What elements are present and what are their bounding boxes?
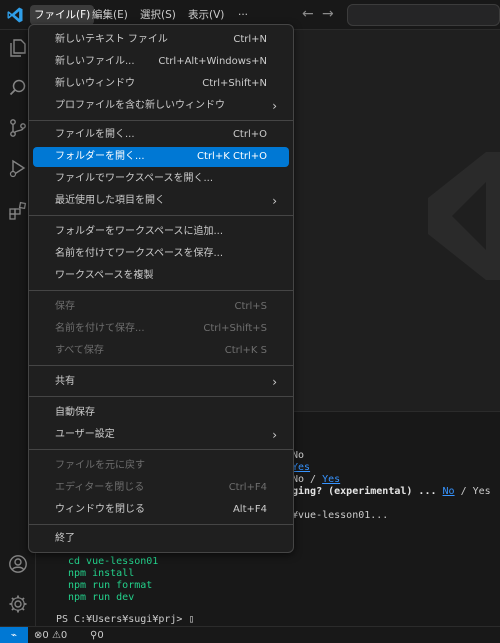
account-icon[interactable] [8, 554, 28, 574]
terminal-output-scaffold: ¥vue-lesson01... [292, 510, 389, 521]
menu-separator [29, 215, 293, 216]
chevron-right-icon: › [272, 428, 277, 442]
vscode-logo-icon [7, 7, 23, 23]
menu-share[interactable]: 共有 › [33, 372, 289, 392]
command-center-search[interactable] [347, 4, 500, 26]
terminal-command: cd vue-lesson01 [68, 556, 159, 567]
menu-preferences[interactable]: ユーザー設定 › [33, 425, 289, 445]
menu-revert-file[interactable]: ファイルを元に戻す [33, 456, 289, 476]
menu-new-window[interactable]: 新しいウィンドウ Ctrl+Shift+N [33, 74, 289, 94]
forward-arrow-icon[interactable]: → [322, 7, 334, 21]
problems-status[interactable]: ⊗0 ⚠0 [34, 629, 67, 642]
status-bar: ⌁ ⊗0 ⚠0 ⚲0 [0, 626, 500, 643]
menu-duplicate-workspace[interactable]: ワークスペースを複製 [33, 266, 289, 286]
menu-edit[interactable]: 編集(E) [88, 5, 132, 25]
source-control-icon[interactable] [8, 118, 28, 138]
menu-exit[interactable]: 終了 [33, 529, 289, 549]
menu-new-file[interactable]: 新しいファイル... Ctrl+Alt+Windows+N [33, 52, 289, 72]
chevron-right-icon: › [272, 375, 277, 389]
menu-open-folder[interactable]: フォルダーを開く... Ctrl+K Ctrl+O [33, 147, 289, 167]
settings-gear-icon[interactable] [8, 594, 28, 614]
menu-open-file[interactable]: ファイルを開く... Ctrl+O [33, 125, 289, 145]
chevron-right-icon: › [272, 99, 277, 113]
terminal-command: npm install [68, 568, 135, 579]
remote-indicator-icon[interactable]: ⌁ [0, 627, 28, 643]
menu-separator [29, 365, 293, 366]
back-arrow-icon[interactable]: ← [302, 7, 314, 21]
terminal-prompt[interactable]: PS C:¥Users¥sugi¥prj> ▯ [56, 614, 194, 626]
menu-close-window[interactable]: ウィンドウを閉じる Alt+F4 [33, 500, 289, 520]
menu-file[interactable]: ファイル(F) [30, 5, 95, 25]
file-menu-dropdown: 新しいテキスト ファイル Ctrl+N 新しいファイル... Ctrl+Alt+Wi… [28, 24, 294, 553]
vscode-watermark-icon [428, 152, 500, 280]
menu-open-recent[interactable]: 最近使用した項目を開く › [33, 191, 289, 211]
menu-separator [29, 290, 293, 291]
menu-more[interactable]: ··· [234, 5, 252, 25]
explorer-icon[interactable] [8, 38, 28, 58]
terminal-command: npm run format [68, 580, 153, 591]
menu-separator [29, 120, 293, 121]
menu-auto-save[interactable]: 自動保存 [33, 403, 289, 423]
terminal-output-debug: ging? (experimental) ... No / Yes [292, 486, 491, 497]
menu-save-workspace-as[interactable]: 名前を付けてワークスペースを保存... [33, 244, 289, 264]
terminal-output-line: No / Yes [292, 474, 341, 485]
run-debug-icon[interactable] [8, 158, 28, 178]
extensions-icon[interactable] [8, 200, 28, 220]
search-icon[interactable] [8, 78, 28, 98]
menu-separator [29, 449, 293, 450]
menu-save[interactable]: 保存 Ctrl+S [33, 297, 289, 317]
menu-open-workspace-from-file[interactable]: ファイルでワークスペースを開く... [33, 169, 289, 189]
menu-separator [29, 524, 293, 525]
menu-save-all[interactable]: すべて保存 Ctrl+K S [33, 341, 289, 361]
menu-new-window-with-profile[interactable]: プロファイルを含む新しいウィンドウ › [33, 96, 289, 116]
menu-save-as[interactable]: 名前を付けて保存... Ctrl+Shift+S [33, 319, 289, 339]
warning-icon: ⚠ [51, 630, 61, 641]
menu-view[interactable]: 表示(V) [184, 5, 228, 25]
terminal-command: npm run dev [68, 592, 135, 603]
menu-close-editor[interactable]: エディターを閉じる Ctrl+F4 [33, 478, 289, 498]
ports-status[interactable]: ⚲0 [90, 629, 104, 642]
menu-add-folder-to-workspace[interactable]: フォルダーをワークスペースに追加... [33, 222, 289, 242]
menu-separator [29, 396, 293, 397]
chevron-right-icon: › [272, 194, 277, 208]
menu-new-text-file[interactable]: 新しいテキスト ファイル Ctrl+N [33, 30, 289, 50]
terminal-output-yes: Yes [292, 462, 311, 473]
menu-selection[interactable]: 選択(S) [136, 5, 180, 25]
